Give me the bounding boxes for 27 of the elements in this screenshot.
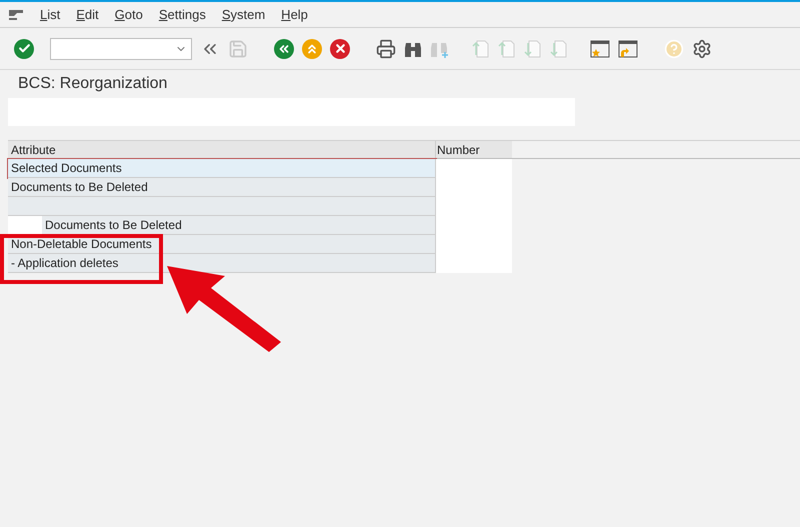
menu-item[interactable]: Settings xyxy=(158,4,206,24)
table-row[interactable]: Non-Deletable Documents xyxy=(8,235,436,254)
confirm-icon[interactable] xyxy=(14,38,34,58)
command-field[interactable] xyxy=(50,38,192,60)
table-row[interactable]: Documents to Be Deleted xyxy=(8,178,436,197)
menu-item[interactable]: Goto xyxy=(114,4,143,24)
table-cell-text: Documents to Be Deleted xyxy=(10,179,149,196)
table-cell-text: - Application deletes xyxy=(10,255,120,272)
print-icon[interactable] xyxy=(376,38,396,58)
page-title: BCS: Reorganization xyxy=(18,74,168,94)
column-header[interactable]: Attribute xyxy=(8,141,436,158)
menu-item[interactable]: Help xyxy=(281,4,308,24)
exit-icon[interactable] xyxy=(302,38,322,58)
table-row[interactable]: Documents to Be Deleted xyxy=(8,216,436,235)
back-icon[interactable] xyxy=(274,38,294,58)
table-row[interactable]: Selected Documents xyxy=(8,159,436,178)
column-header[interactable]: Number xyxy=(436,141,512,158)
table-cell-text: Non-Deletable Documents xyxy=(10,236,153,253)
menu-icon[interactable] xyxy=(8,8,24,20)
table-row[interactable]: - Application deletes xyxy=(8,254,436,273)
menu-item[interactable]: List xyxy=(40,4,60,24)
cancel-icon[interactable] xyxy=(330,38,350,58)
settings-icon[interactable] xyxy=(692,38,712,58)
menu-item[interactable]: Edit xyxy=(76,4,99,24)
table-cell-text: Selected Documents xyxy=(10,160,123,177)
table-cell-text: Documents to Be Deleted xyxy=(44,217,183,234)
menu-item[interactable]: System xyxy=(222,4,266,24)
